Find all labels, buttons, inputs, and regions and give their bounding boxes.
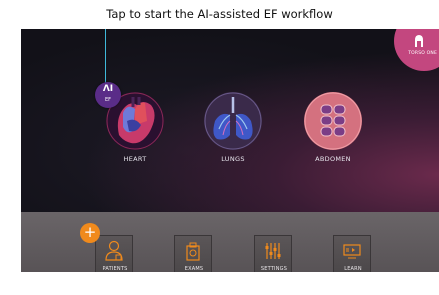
settings-sliders-icon [265,243,281,259]
instruction-caption: Tap to start the AI-assisted EF workflow [106,7,333,21]
preset-lungs-label: LUNGS [221,155,245,163]
preset-lungs[interactable]: LUNGS [203,91,263,181]
probe-icon [415,35,423,47]
patients-label: PATIENTS [102,266,128,272]
bottom-dock: PATIENTS EXAMS SETTINGS LEARN + [21,212,439,272]
settings-label: SETTINGS [260,266,288,272]
learn-video-icon [343,244,361,259]
exams-label: EXAMS [184,266,204,272]
lungs-icon [204,92,262,150]
ai-ef-label: EF [104,97,112,103]
settings-button[interactable]: SETTINGS [254,235,292,272]
add-patient-button[interactable]: + [80,223,100,243]
exams-button[interactable]: EXAMS [174,235,212,272]
preset-abdomen-label: ABDOMEN [315,155,351,163]
learn-button[interactable]: LEARN [333,235,371,272]
probe-label: TORSO ONE [408,51,437,56]
ai-icon: ΛI [102,84,114,94]
exams-icon [186,242,200,261]
preset-heart-label: HEART [123,155,147,163]
abdomen-icon [304,92,362,150]
learn-label: LEARN [344,266,362,272]
patients-button[interactable]: PATIENTS [95,235,133,272]
ai-ef-button[interactable]: ΛI EF [95,82,121,108]
app-home-screen: TORSO ONE HEART ΛI EF LUNGS ABDOMEN PATI… [21,29,439,272]
preset-abdomen[interactable]: ABDOMEN [303,91,363,181]
patient-icon [105,240,123,261]
